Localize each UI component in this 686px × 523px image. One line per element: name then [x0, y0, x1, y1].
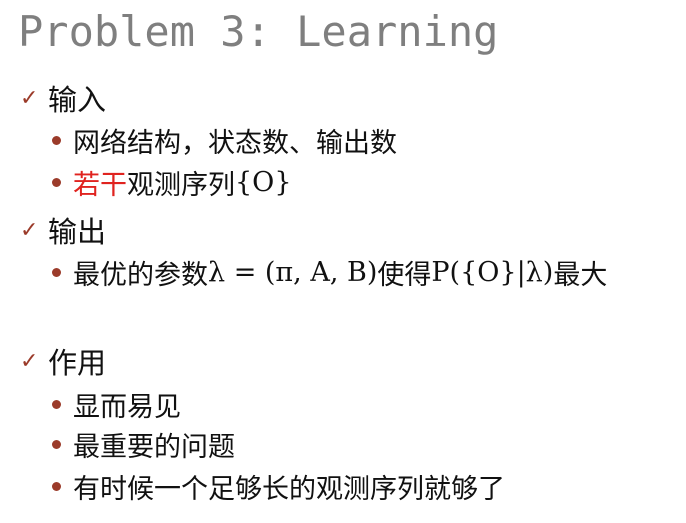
section-purpose-heading: ✓ 作用	[20, 342, 106, 380]
list-item-text: 最优的参数	[73, 259, 208, 291]
math-likelihood-formula: P({O}|λ)	[431, 256, 554, 288]
check-mark-icon: ✓	[20, 85, 39, 111]
list-item: 显而易见	[52, 385, 181, 423]
check-mark-icon: ✓	[20, 348, 39, 374]
math-observation-set: {O}	[235, 166, 292, 198]
bullet-dot-icon	[52, 267, 61, 277]
list-item: 最优的参数 λ = (π, A, B) 使得 P({O}|λ) 最大	[52, 253, 607, 291]
list-item: 最重要的问题	[52, 425, 235, 463]
bullet-dot-icon	[52, 177, 61, 187]
list-item: 若干 观测序列 {O}	[52, 163, 292, 201]
list-item: 有时候一个足够长的观测序列就够了	[52, 467, 505, 505]
slide-title: Problem 3: Learning	[18, 7, 499, 56]
bullet-dot-icon	[52, 481, 61, 491]
section-heading-label: 输入	[48, 83, 107, 117]
section-input-heading: ✓ 输入	[20, 79, 106, 117]
list-item-text: 观测序列	[127, 169, 235, 201]
bullet-dot-icon	[52, 135, 61, 145]
section-heading-label: 作用	[48, 346, 107, 380]
bullet-dot-icon	[52, 399, 61, 409]
check-mark-icon: ✓	[20, 217, 39, 243]
math-parameter-formula: λ = (π, A, B)	[208, 256, 378, 288]
list-item-text: 有时候一个足够长的观测序列就够了	[73, 473, 505, 505]
list-item: 网络结构，状态数、输出数	[52, 121, 397, 159]
list-item-text: 最大	[553, 259, 608, 291]
section-output-heading: ✓ 输出	[20, 211, 106, 249]
list-item-text: 最重要的问题	[73, 431, 235, 463]
bullet-dot-icon	[52, 439, 61, 449]
list-item-text: 使得	[377, 259, 432, 291]
section-heading-label: 输出	[48, 215, 107, 249]
list-item-text: 显而易见	[73, 391, 181, 423]
list-item-text: 网络结构，状态数、输出数	[73, 127, 397, 159]
highlighted-text: 若干	[73, 169, 127, 201]
